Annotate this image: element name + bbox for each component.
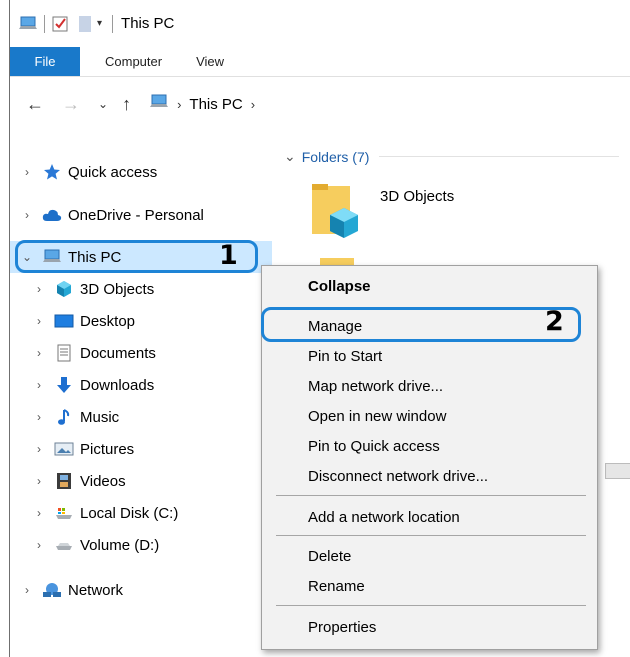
menu-item-map-network-drive[interactable]: Map network drive...	[262, 371, 597, 401]
navigation-pane: › Quick access › OneDrive - Personal ⌄ T…	[10, 150, 272, 650]
sidebar-item-documents[interactable]: › Documents	[10, 337, 272, 369]
sidebar-item-label: Quick access	[68, 163, 158, 181]
chevron-down-icon[interactable]: ⌄	[284, 148, 296, 165]
menu-item-pin-to-start[interactable]: Pin to Start	[262, 341, 597, 371]
recent-locations-chevron-icon[interactable]: ⌄	[98, 97, 108, 111]
folder-item-label: 3D Objects	[380, 188, 455, 205]
drive-icon	[54, 504, 74, 522]
sidebar-item-label: Network	[68, 581, 124, 599]
window-title: This PC	[121, 15, 175, 32]
sidebar-item-pictures[interactable]: › Pictures	[10, 433, 272, 465]
chevron-right-icon[interactable]: ›	[32, 538, 46, 552]
menu-item-delete[interactable]: Delete	[262, 541, 597, 571]
sidebar-item-music[interactable]: › Music	[10, 401, 272, 433]
chevron-right-icon[interactable]: ›	[20, 208, 34, 222]
folders-group-label: Folders (7)	[301, 148, 370, 165]
menu-separator	[276, 495, 586, 496]
chevron-right-icon[interactable]: ›	[32, 506, 46, 520]
menu-item-properties[interactable]: Properties	[262, 612, 597, 642]
sidebar-item-network[interactable]: › Network	[10, 574, 272, 606]
separator	[44, 14, 45, 33]
sidebar-item-label: Local Disk (C:)	[80, 504, 179, 522]
back-arrow-icon[interactable]: ←	[26, 94, 44, 115]
video-icon	[54, 472, 74, 490]
chevron-right-icon[interactable]: ›	[177, 97, 181, 112]
sidebar-item-local-disk-c[interactable]: › Local Disk (C:)	[10, 497, 272, 529]
chevron-right-icon[interactable]: ›	[32, 474, 46, 488]
chevron-right-icon[interactable]: ›	[32, 314, 46, 328]
breadcrumb-this-pc[interactable]: This PC	[189, 96, 242, 113]
sidebar-item-3d-objects[interactable]: › 3D Objects	[10, 273, 272, 305]
cube-icon	[54, 280, 74, 298]
folders-group-header[interactable]: ⌄ Folders (7)	[284, 148, 620, 165]
network-icon	[42, 581, 62, 599]
menu-separator	[276, 535, 586, 536]
menu-item-collapse[interactable]: Collapse	[262, 271, 597, 301]
title-bar: ▾ This PC	[10, 0, 630, 47]
menu-item-open-in-new-window[interactable]: Open in new window	[262, 401, 597, 431]
drive-capacity-bar	[605, 463, 630, 479]
up-arrow-icon[interactable]: ↑	[122, 94, 131, 115]
cloud-icon	[42, 206, 62, 224]
computer-icon[interactable]	[18, 13, 38, 35]
picture-icon	[54, 440, 74, 458]
sidebar-item-label: Volume (D:)	[80, 536, 160, 554]
menu-item-rename[interactable]: Rename	[262, 571, 597, 601]
sidebar-item-label: OneDrive - Personal	[68, 206, 204, 224]
menu-item-add-network-location[interactable]: Add a network location	[262, 502, 597, 532]
chevron-right-icon[interactable]: ›	[20, 583, 34, 597]
menu-item-pin-to-quick-access[interactable]: Pin to Quick access	[262, 431, 597, 461]
computer-icon	[149, 94, 169, 114]
forward-arrow-icon[interactable]: →	[62, 94, 80, 115]
star-icon	[42, 163, 62, 181]
music-icon	[54, 408, 74, 426]
sidebar-item-label: Videos	[80, 472, 126, 490]
sidebar-item-videos[interactable]: › Videos	[10, 465, 272, 497]
sidebar-item-label: Pictures	[80, 440, 135, 458]
properties-checkbox-icon[interactable]	[51, 13, 69, 35]
folder-item-3d-objects[interactable]: 3D Objects	[310, 178, 470, 248]
sidebar-item-downloads[interactable]: › Downloads	[10, 369, 272, 401]
tab-computer[interactable]: Computer	[92, 47, 175, 76]
desktop-icon	[54, 312, 74, 330]
separator	[112, 14, 114, 33]
sidebar-item-label: 3D Objects	[80, 280, 155, 298]
tab-view[interactable]: View	[183, 47, 237, 76]
chevron-right-icon[interactable]: ›	[32, 378, 46, 392]
sidebar-item-volume-d[interactable]: › Volume (D:)	[10, 529, 272, 561]
sidebar-item-label: Documents	[80, 344, 156, 362]
customize-toolbar-dropdown-icon[interactable]: ▾	[97, 18, 102, 29]
navigation-bar: ← → ⌄ ↑ › This PC ›	[10, 78, 630, 130]
step-number-1: 1	[219, 240, 238, 271]
address-bar[interactable]: › This PC ›	[149, 94, 263, 114]
tab-file[interactable]: File	[10, 47, 80, 76]
sidebar-item-desktop[interactable]: › Desktop	[10, 305, 272, 337]
menu-separator	[276, 605, 586, 606]
folder-icon	[312, 184, 358, 238]
chevron-right-icon[interactable]: ›	[20, 165, 34, 179]
new-folder-icon[interactable]	[77, 13, 93, 35]
sidebar-item-label: Downloads	[80, 376, 155, 394]
sidebar-item-label: Desktop	[80, 312, 136, 330]
divider	[379, 156, 620, 157]
ribbon-tabs: File Computer View	[10, 47, 630, 77]
chevron-right-icon[interactable]: ›	[32, 442, 46, 456]
sidebar-item-onedrive[interactable]: › OneDrive - Personal	[10, 199, 272, 231]
chevron-right-icon[interactable]: ›	[251, 97, 255, 112]
file-explorer-window: ▾ This PC File Computer View ← → ⌄ ↑ › T…	[9, 0, 630, 657]
document-icon	[54, 344, 74, 362]
sidebar-item-quick-access[interactable]: › Quick access	[10, 156, 272, 188]
chevron-right-icon[interactable]: ›	[32, 346, 46, 360]
chevron-right-icon[interactable]: ›	[32, 410, 46, 424]
chevron-right-icon[interactable]: ›	[32, 282, 46, 296]
step-number-2: 2	[545, 306, 564, 337]
callout-step-2	[261, 307, 581, 342]
download-icon	[54, 376, 74, 394]
drive-icon	[54, 536, 74, 554]
sidebar-item-label: Music	[80, 408, 120, 426]
menu-item-disconnect-network-drive[interactable]: Disconnect network drive...	[262, 461, 597, 491]
